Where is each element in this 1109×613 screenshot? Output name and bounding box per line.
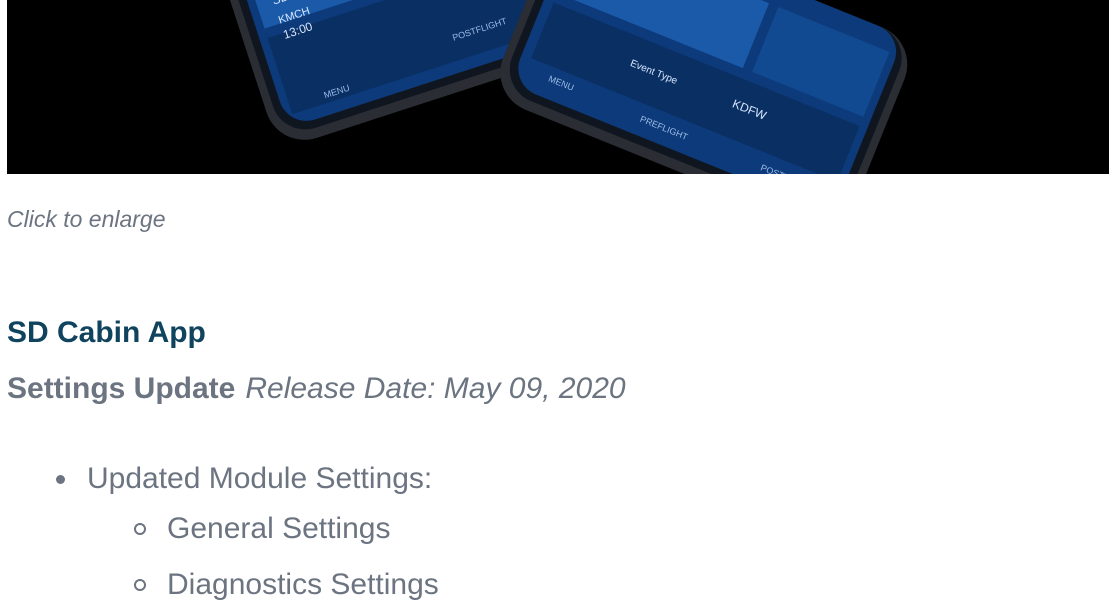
sub-list-item: General Settings	[134, 501, 439, 557]
app-title: SD Cabin App	[7, 316, 206, 349]
update-label: Settings Update	[7, 372, 236, 405]
sub-list-item: Diagnostics Settings	[134, 557, 439, 613]
bullet-circle-icon	[134, 579, 146, 591]
list-item-label: Updated Module Settings:	[87, 462, 433, 495]
release-date: Release Date: May 09, 2020	[245, 372, 626, 405]
changes-list: Updated Module Settings: General Setting…	[56, 457, 439, 613]
sub-list: General Settings Diagnostics Settings	[87, 501, 439, 613]
bullet-circle-icon	[134, 523, 146, 535]
sd-cabin-app-phones-image: SD013 KMCH 13:00 19:00 POSTFLIGHT MENU E…	[7, 0, 1109, 174]
image-caption: Click to enlarge	[7, 206, 166, 232]
list-item: Updated Module Settings: General Setting…	[56, 457, 439, 613]
hero-image-link[interactable]: SD013 KMCH 13:00 19:00 POSTFLIGHT MENU E…	[7, 0, 1109, 174]
bullet-disc-icon	[56, 475, 65, 484]
sub-list-item-label: General Settings	[167, 512, 391, 545]
update-line: Settings Update Release Date: May 09, 202…	[7, 372, 626, 406]
sub-list-item-label: Diagnostics Settings	[167, 568, 439, 601]
